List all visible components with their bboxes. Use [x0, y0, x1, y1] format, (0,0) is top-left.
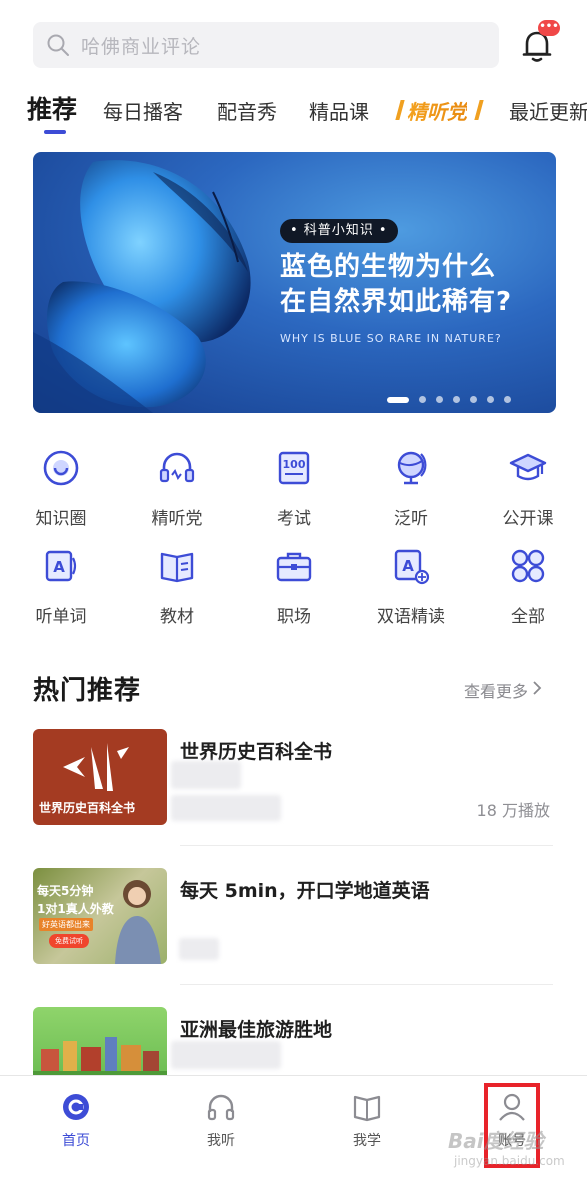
blurred-content	[171, 761, 241, 789]
pagination-dot[interactable]	[487, 396, 494, 403]
pagination-dot[interactable]	[419, 396, 426, 403]
tab-recent-updates[interactable]: 最近更新	[509, 96, 587, 125]
thumbnail-caption-line2: 1对1真人外教	[37, 902, 114, 916]
watermark-url: jingyan.baidu.com	[454, 1154, 565, 1168]
textbook-icon	[153, 542, 201, 590]
grid-label: 听单词	[35, 607, 87, 627]
graduation-cap-icon	[504, 444, 552, 492]
category-tabs: 推荐 每日播客 配音秀 精品课 精听党 最近更新	[0, 86, 587, 134]
item-thumbnail: 世界历史百科全书	[33, 729, 167, 825]
grid-label: 精听党	[151, 509, 203, 529]
banner-headline-line2: 在自然界如此稀有?	[280, 287, 513, 317]
thumbnail-caption-line3: 好英语都出来	[39, 918, 93, 931]
list-item[interactable]: 世界历史百科全书 世界历史百科全书 18 万播放	[33, 729, 553, 859]
grid-item-exam[interactable]: 100 考试	[236, 444, 352, 534]
grid-label: 全部	[511, 607, 545, 627]
grid-item-extensive-listening[interactable]: 泛听	[353, 444, 469, 534]
person-photo	[115, 880, 161, 964]
divider	[180, 845, 553, 846]
all-apps-icon	[504, 542, 552, 590]
item-title: 亚洲最佳旅游胜地	[180, 1019, 333, 1041]
watermark-logo: Bai度经验	[448, 1129, 544, 1153]
chevron-right-icon	[532, 680, 542, 700]
grid-item-all[interactable]: 全部	[470, 542, 586, 632]
item-play-count: 18 万播放	[476, 801, 550, 820]
search-bar[interactable]: 哈佛商业评论	[33, 22, 499, 68]
blurred-content	[179, 938, 219, 960]
grid-item-textbook[interactable]: 教材	[119, 542, 235, 632]
word-card-icon: A	[37, 542, 85, 590]
home-icon	[59, 1090, 93, 1124]
pagination-dot[interactable]	[504, 396, 511, 403]
pagination-dot[interactable]	[387, 396, 409, 403]
globe-icon	[387, 444, 435, 492]
item-thumbnail: 每天5分钟 1对1真人外教 好英语都出来 免费试听	[33, 868, 167, 964]
search-icon	[45, 32, 71, 58]
see-more-label: 查看更多	[464, 682, 529, 701]
grid-label: 职场	[277, 607, 311, 627]
tab-daily-podcast[interactable]: 每日播客	[103, 96, 183, 125]
nav-my-learning[interactable]: 我学	[322, 1090, 412, 1150]
tab-recommend[interactable]: 推荐	[27, 90, 77, 126]
nav-my-listening[interactable]: 我听	[176, 1090, 266, 1150]
grid-item-bilingual-reading[interactable]: A 双语精读	[353, 542, 469, 632]
banner-subtitle: WHY IS BLUE SO RARE IN NATURE?	[280, 332, 502, 345]
nav-label: 首页	[62, 1133, 90, 1149]
tab-dubbing[interactable]: 配音秀	[217, 96, 277, 125]
item-title: 每天 5min，开口学地道英语	[180, 880, 430, 902]
see-more-link[interactable]: 查看更多	[464, 678, 542, 702]
promo-banner[interactable]: • 科普小知识 • 蓝色的生物为什么 在自然界如此稀有? WHY IS BLUE…	[33, 152, 556, 413]
blurred-content	[171, 1041, 281, 1069]
blurred-content	[171, 795, 281, 821]
nav-home[interactable]: 首页	[31, 1090, 121, 1150]
pagination-dot[interactable]	[436, 396, 443, 403]
grid-item-knowledge-circle[interactable]: 知识圈	[3, 444, 119, 534]
vip-tab-decoration-left	[395, 100, 405, 120]
knowledge-circle-icon	[37, 444, 85, 492]
status-bar	[0, 0, 587, 10]
banner-tag: • 科普小知识 •	[280, 219, 398, 243]
section-title: 热门推荐	[33, 676, 142, 706]
grid-label: 考试	[277, 509, 311, 529]
thumbnail-caption-button: 免费试听	[49, 934, 89, 948]
tab-intensive-listening[interactable]: 精听党	[407, 96, 467, 125]
search-placeholder: 哈佛商业评论	[81, 35, 202, 58]
grid-item-intensive-listening[interactable]: 精听党	[119, 444, 235, 534]
pagination-dot[interactable]	[470, 396, 477, 403]
svg-text:100: 100	[283, 458, 306, 471]
list-item[interactable]: 每天5分钟 1对1真人外教 好英语都出来 免费试听 每天 5min，开口学地道英…	[33, 868, 553, 998]
thumbnail-caption: 世界历史百科全书	[39, 801, 136, 815]
nav-label: 我听	[207, 1133, 235, 1149]
headphones-icon	[204, 1090, 238, 1124]
exam-100-icon: 100	[270, 444, 318, 492]
notification-bell-button[interactable]: •••	[520, 20, 560, 64]
tab-premium-course[interactable]: 精品课	[309, 96, 369, 125]
thumbnail-caption-line1: 每天5分钟	[37, 884, 94, 898]
tab-active-indicator	[44, 130, 66, 134]
divider	[180, 984, 553, 985]
grid-label: 泛听	[394, 509, 428, 529]
grid-item-workplace[interactable]: 职场	[236, 542, 352, 632]
headset-icon	[153, 444, 201, 492]
svg-text:A: A	[402, 557, 414, 575]
book-open-icon	[350, 1090, 384, 1124]
grid-item-word-listening[interactable]: A 听单词	[3, 542, 119, 632]
grid-label: 双语精读	[377, 607, 445, 627]
pagination-dot[interactable]	[453, 396, 460, 403]
banner-pagination	[387, 396, 511, 403]
vip-tab-decoration-right	[474, 100, 484, 120]
grid-label: 知识圈	[35, 509, 87, 529]
banner-headline-line1: 蓝色的生物为什么	[280, 252, 497, 282]
briefcase-icon	[270, 542, 318, 590]
grid-item-open-course[interactable]: 公开课	[470, 444, 586, 534]
grid-label: 教材	[160, 607, 194, 627]
svg-text:A: A	[53, 558, 65, 576]
banner-headline: 蓝色的生物为什么 在自然界如此稀有?	[280, 250, 512, 320]
bilingual-read-icon: A	[387, 542, 435, 590]
item-title: 世界历史百科全书	[180, 741, 333, 763]
nav-label: 我学	[353, 1133, 381, 1149]
notification-badge: •••	[538, 20, 560, 36]
grid-label: 公开课	[502, 509, 554, 529]
